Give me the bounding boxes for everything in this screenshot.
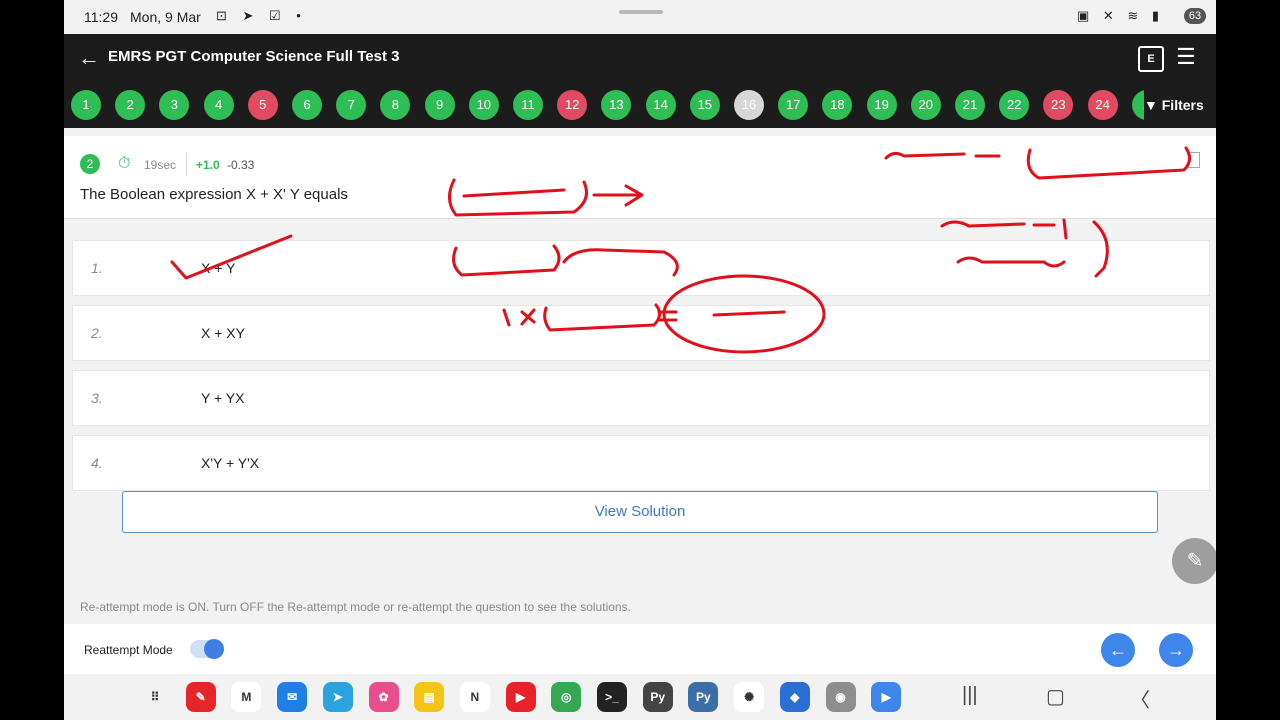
question-pill-14[interactable]: 14 bbox=[645, 90, 676, 120]
status-date: Mon, 9 Mar bbox=[130, 9, 201, 25]
edit-pencil-icon[interactable]: ✎ bbox=[1172, 538, 1216, 584]
question-time: 19sec bbox=[144, 158, 177, 172]
taskbar-dock: ⠿ ✎ M ✉ ➤ ✿ ▤ N ▶ ◎ >_ Py Py ✺ ◆ ◉ ▶ ||| ▢ 〈 bbox=[64, 674, 1216, 720]
question-pill-9[interactable]: 9 bbox=[424, 90, 455, 120]
option-text: X + Y bbox=[201, 260, 236, 276]
question-pill-13[interactable]: 13 bbox=[601, 90, 632, 120]
question-pill-10[interactable]: 10 bbox=[468, 90, 499, 120]
question-number-badge: 2 bbox=[80, 154, 100, 174]
apps-app-icon[interactable]: ⠿ bbox=[140, 682, 170, 712]
question-pill-21[interactable]: 21 bbox=[955, 90, 985, 120]
toggle-knob bbox=[204, 639, 224, 659]
notification-icons: ⊡ ➤ ☑ • bbox=[216, 8, 307, 23]
reattempt-label: Reattempt Mode bbox=[84, 643, 173, 657]
previous-question-button[interactable]: ← bbox=[1101, 633, 1135, 667]
option-number: 2. bbox=[91, 325, 103, 341]
system-icons: ▣ ✕ ≋ ▮ bbox=[1076, 8, 1164, 23]
battery-icon: 63 bbox=[1184, 8, 1206, 24]
menu-icon[interactable]: ☰ bbox=[1174, 46, 1198, 70]
question-text: The Boolean expression X + X' Y equals bbox=[80, 186, 348, 203]
app-header: ← EMRS PGT Computer Science Full Test 3 … bbox=[64, 34, 1216, 82]
filters-button[interactable]: ▼ Filters bbox=[1144, 82, 1216, 128]
gallery-app-icon[interactable]: ✿ bbox=[368, 682, 399, 712]
page-title: EMRS PGT Computer Science Full Test 3 bbox=[108, 48, 400, 65]
option-number: 4. bbox=[91, 455, 103, 471]
language-icon[interactable]: E bbox=[1138, 46, 1164, 72]
drag-handle[interactable] bbox=[619, 10, 663, 14]
layers-app-icon[interactable]: ◆ bbox=[779, 682, 810, 712]
question-pill-8[interactable]: 8 bbox=[380, 90, 411, 120]
option-4[interactable]: 4. X'Y + Y'X bbox=[72, 435, 1210, 491]
question-pill-6[interactable]: 6 bbox=[292, 90, 322, 120]
option-2[interactable]: 2. X + XY bbox=[72, 305, 1210, 361]
view-solution-button[interactable]: View Solution bbox=[122, 491, 1158, 533]
messages-app-icon[interactable]: ✉ bbox=[277, 682, 308, 712]
bookmark-icon[interactable] bbox=[1188, 152, 1200, 168]
timer-icon: ⏱ bbox=[118, 155, 131, 172]
notion-app-icon[interactable]: N bbox=[459, 682, 490, 712]
home-icon[interactable]: ▢ bbox=[1046, 684, 1065, 709]
filter-icon: ▼ bbox=[1144, 97, 1158, 113]
option-1[interactable]: 1. X + Y bbox=[72, 240, 1210, 296]
option-text: X + XY bbox=[201, 325, 245, 341]
gmail-app-icon[interactable]: M bbox=[231, 682, 262, 712]
question-pill-17[interactable]: 17 bbox=[778, 90, 809, 120]
question-pill-18[interactable]: 18 bbox=[822, 90, 853, 120]
status-bar: 11:29 Mon, 9 Mar ⊡ ➤ ☑ • ▣ ✕ ≋ ▮ 63 bbox=[64, 0, 1216, 34]
recents-icon[interactable]: ||| bbox=[962, 684, 978, 707]
option-3[interactable]: 3. Y + YX bbox=[72, 370, 1210, 426]
files-app-icon[interactable]: ▤ bbox=[414, 682, 445, 712]
question-card: 2 ⏱ 19sec +1.0 -0.33 The Boolean express… bbox=[64, 136, 1216, 219]
camera-app-icon[interactable]: ◉ bbox=[825, 682, 856, 712]
py3-app-icon[interactable]: Py bbox=[688, 682, 719, 712]
question-pill-16[interactable]: 16 bbox=[734, 90, 764, 120]
question-pill-12[interactable]: 12 bbox=[557, 90, 588, 120]
question-pill-3[interactable]: 3 bbox=[159, 90, 190, 120]
reattempt-toggle[interactable] bbox=[190, 639, 224, 659]
youtube-app-icon[interactable]: ▶ bbox=[505, 682, 536, 712]
option-text: Y + YX bbox=[201, 390, 245, 406]
reattempt-notice: Re-attempt mode is ON. Turn OFF the Re-a… bbox=[80, 600, 631, 614]
chatgpt-app-icon[interactable]: ✺ bbox=[734, 682, 765, 712]
question-pill-11[interactable]: 11 bbox=[513, 90, 543, 120]
option-text: X'Y + Y'X bbox=[201, 455, 260, 471]
divider bbox=[186, 152, 187, 176]
option-number: 3. bbox=[91, 390, 103, 406]
terminal-app-icon[interactable]: >_ bbox=[597, 682, 627, 712]
back-icon[interactable]: 〈 bbox=[1130, 684, 1150, 713]
option-number: 1. bbox=[91, 260, 103, 276]
question-pill-24[interactable]: 24 bbox=[1087, 90, 1118, 120]
negative-marks: -0.33 bbox=[227, 158, 255, 172]
status-time: 11:29 bbox=[84, 9, 118, 25]
player-app-icon[interactable]: ▶ bbox=[871, 682, 902, 712]
positive-marks: +1.0 bbox=[196, 158, 220, 172]
py-coding-app-icon[interactable]: Py bbox=[642, 682, 673, 712]
question-pill-19[interactable]: 19 bbox=[866, 90, 897, 120]
question-pill-15[interactable]: 15 bbox=[689, 90, 720, 120]
telegram-app-icon[interactable]: ➤ bbox=[322, 682, 353, 712]
question-pill-7[interactable]: 7 bbox=[336, 90, 367, 120]
app-screen: 11:29 Mon, 9 Mar ⊡ ➤ ☑ • ▣ ✕ ≋ ▮ 63 ← EM… bbox=[64, 0, 1216, 720]
question-pill-2[interactable]: 2 bbox=[115, 90, 146, 120]
next-question-button[interactable]: → bbox=[1159, 633, 1193, 667]
question-pill-4[interactable]: 4 bbox=[203, 90, 234, 120]
chrome-app-icon[interactable]: ◎ bbox=[551, 682, 582, 712]
question-pill-23[interactable]: 23 bbox=[1043, 90, 1074, 120]
back-arrow-icon[interactable]: ← bbox=[74, 44, 104, 72]
question-pill-5[interactable]: 5 bbox=[247, 90, 278, 120]
notes-app-icon[interactable]: ✎ bbox=[185, 682, 216, 712]
question-navigator: 1234567891011121314151617181920212223242… bbox=[64, 82, 1216, 128]
question-pill-1[interactable]: 1 bbox=[71, 90, 101, 120]
question-pill-20[interactable]: 20 bbox=[910, 90, 941, 120]
ink-identity-mid bbox=[940, 218, 1068, 240]
filters-label: Filters bbox=[1161, 97, 1204, 113]
question-pill-22[interactable]: 22 bbox=[999, 90, 1030, 120]
bottom-bar: Reattempt Mode ← → bbox=[64, 624, 1216, 674]
